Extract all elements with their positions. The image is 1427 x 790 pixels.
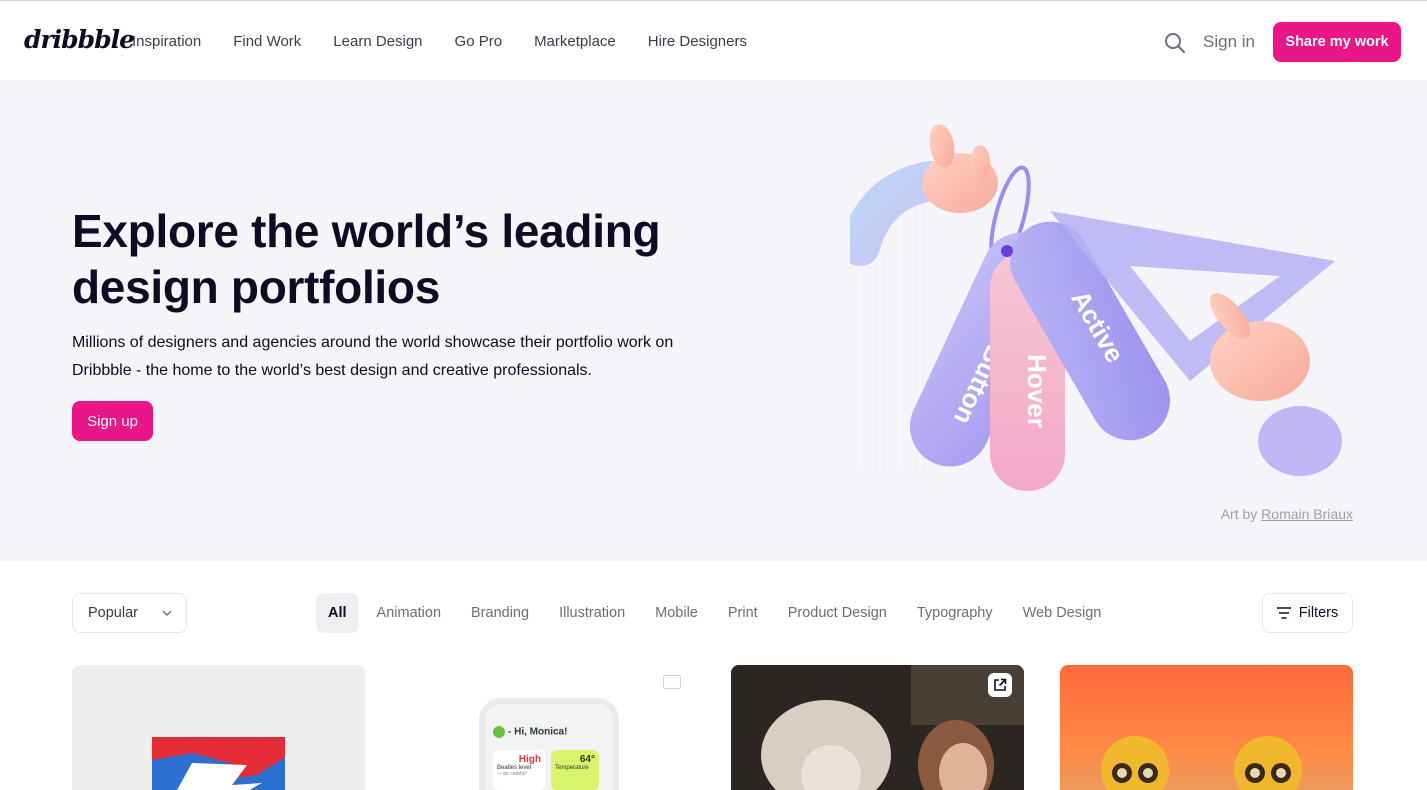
greeting-text: - Hi, Monica! [508,726,568,738]
nav-marketplace[interactable]: Marketplace [534,33,616,50]
tab-product-design[interactable]: Product Design [773,593,902,633]
phone-mockup: - Hi, Monica! High Beatles level — be ca… [479,698,619,790]
external-link-icon[interactable] [988,673,1012,697]
temperature-value: 64° [579,754,595,765]
tab-animation[interactable]: Animation [362,593,456,633]
nav-find-work[interactable]: Find Work [233,33,301,50]
sort-dropdown[interactable]: Popular [72,593,187,633]
hero-title: Explore the world’s leading design portf… [72,205,661,313]
nav-inspiration[interactable]: Inspiration [132,33,201,50]
share-my-work-button[interactable]: Share my work [1273,22,1401,62]
level-note: — be careful! [497,771,527,777]
tab-all[interactable]: All [316,593,359,633]
shot-card[interactable] [731,665,1024,790]
search-icon[interactable] [1164,32,1186,54]
nav-go-pro[interactable]: Go Pro [455,33,503,50]
shot-thumbnail-logo [152,737,285,790]
nav-hire-designers[interactable]: Hire Designers [648,33,747,50]
video-icon [663,675,681,689]
filter-lines-icon [1276,607,1291,619]
tab-illustration[interactable]: Illustration [544,593,640,633]
tab-mobile[interactable]: Mobile [640,593,713,633]
chevron-down-icon [162,610,172,616]
filters-label: Filters [1298,605,1339,621]
tab-web-design[interactable]: Web Design [1008,593,1117,633]
temperature-label: Temperature [555,765,589,771]
art-credit-author-link[interactable]: Romain Briaux [1261,506,1353,522]
sort-selected-value: Popular [88,605,138,621]
nav-learn-design[interactable]: Learn Design [333,33,422,50]
category-tabs: All Animation Branding Illustration Mobi… [316,593,1116,633]
filters-button[interactable]: Filters [1262,593,1353,633]
sign-up-button[interactable]: Sign up [72,401,153,441]
shot-thumbnail-photo [731,665,1024,790]
tab-typography[interactable]: Typography [902,593,1008,633]
tab-branding[interactable]: Branding [456,593,544,633]
level-value: High [518,754,541,765]
shot-card[interactable]: - Hi, Monica! High Beatles level — be ca… [401,665,694,790]
tag-hover-text: Hover [1022,354,1052,428]
site-header: dribbble Inspiration Find Work Learn Des… [0,0,1427,81]
dribbble-logo[interactable]: dribbble [24,25,135,54]
main-nav: Inspiration Find Work Learn Design Go Pr… [132,33,747,50]
hero-illustration: Button Hover Active [850,124,1342,491]
shot-card[interactable] [1060,665,1353,790]
shot-card[interactable] [72,665,365,790]
hero-subtitle: Millions of designers and agencies aroun… [72,334,674,379]
art-credit: Art by Romain Briaux [1221,506,1353,522]
shot-thumbnail-3d-faces [1101,736,1302,790]
sign-in-link[interactable]: Sign in [1203,32,1255,52]
plant-icon [493,726,505,738]
hero-section: Explore the world’s leading design portf… [0,81,1427,561]
tab-print[interactable]: Print [713,593,773,633]
art-credit-prefix: Art by [1220,506,1258,522]
